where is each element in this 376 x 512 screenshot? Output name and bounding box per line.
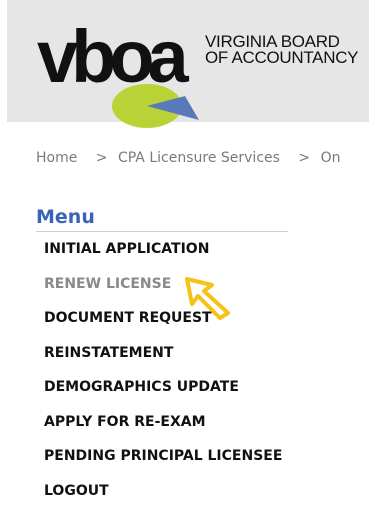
menu-item-renew-license[interactable]: RENEW LICENSE <box>44 274 282 309</box>
page: vboa VIRGINIA BOARD OF ACCOUNTANCY Home … <box>0 0 376 512</box>
menu-list: INITIAL APPLICATION RENEW LICENSE DOCUME… <box>44 239 282 512</box>
breadcrumb-home[interactable]: Home <box>36 150 77 166</box>
menu-item-apply-for-re-exam[interactable]: APPLY FOR RE-EXAM <box>44 412 282 447</box>
vboa-logo[interactable]: vboa VIRGINIA BOARD OF ACCOUNTANCY <box>37 15 367 128</box>
site-header: vboa VIRGINIA BOARD OF ACCOUNTANCY <box>7 0 369 128</box>
menu-item-reinstatement[interactable]: REINSTATEMENT <box>44 343 282 378</box>
pointer-arrow-icon <box>185 277 230 320</box>
breadcrumb-current: On <box>320 150 341 166</box>
logo-wordmark: vboa <box>37 15 189 98</box>
menu-divider <box>36 231 288 232</box>
breadcrumb-separator: > <box>95 150 108 166</box>
menu-item-document-request[interactable]: DOCUMENT REQUEST <box>44 308 282 343</box>
logo-org-name: VIRGINIA BOARD OF ACCOUNTANCY <box>205 33 359 67</box>
breadcrumb-separator: > <box>298 150 311 166</box>
breadcrumb: Home > CPA Licensure Services > On <box>36 150 344 166</box>
menu-item-logout[interactable]: LOGOUT <box>44 481 282 512</box>
menu-item-demographics-update[interactable]: DEMOGRAPHICS UPDATE <box>44 377 282 412</box>
breadcrumb-cpa-licensure-services[interactable]: CPA Licensure Services <box>118 150 280 166</box>
menu-heading: Menu <box>36 206 95 228</box>
menu-item-initial-application[interactable]: INITIAL APPLICATION <box>44 239 282 274</box>
menu-item-pending-principal-licensee[interactable]: PENDING PRINCIPAL LICENSEE <box>44 446 282 481</box>
logo-org-line-2: OF ACCOUNTANCY <box>205 48 359 67</box>
